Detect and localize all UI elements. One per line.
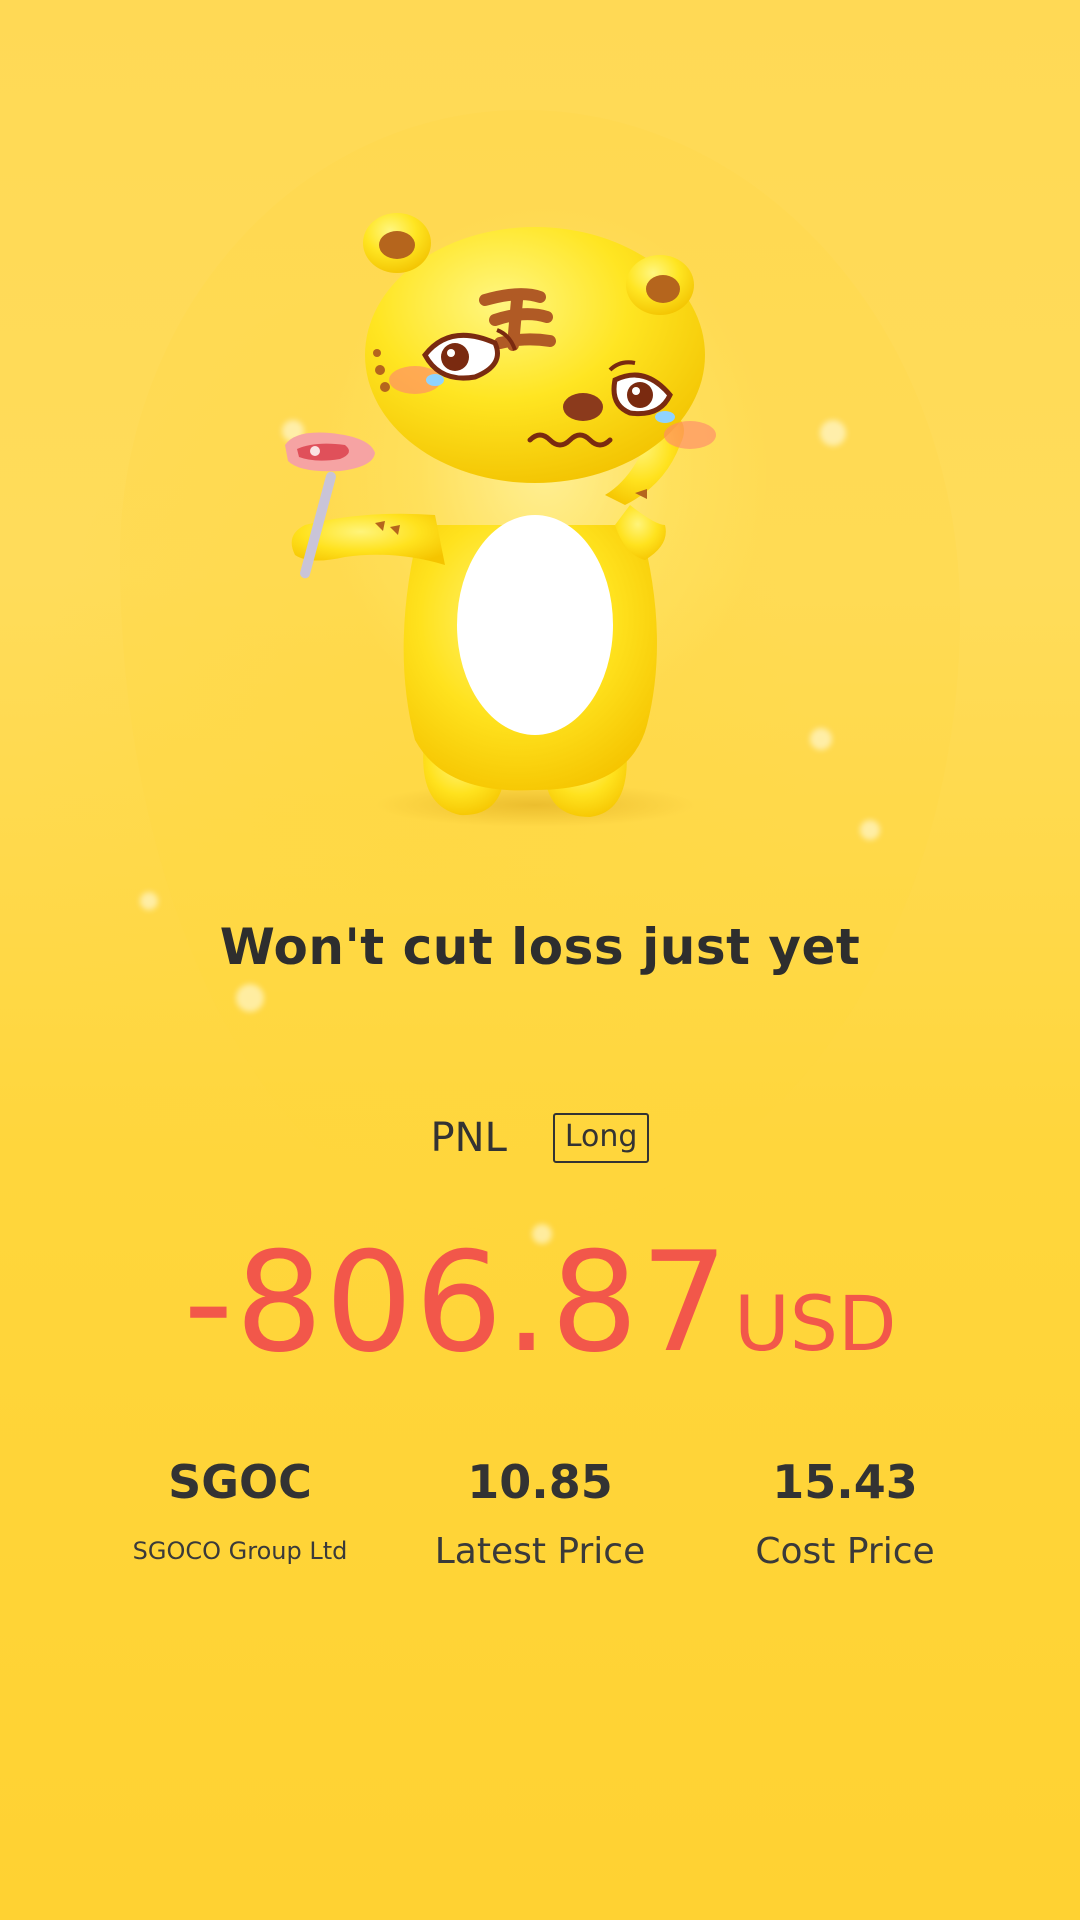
sparkle xyxy=(810,728,832,750)
result-headline: Won't cut loss just yet xyxy=(219,918,861,976)
latest-price-label: Latest Price xyxy=(434,1531,646,1572)
pnl-label: PNL xyxy=(430,1115,507,1161)
cost-price-value: 15.43 xyxy=(772,1455,918,1509)
cost-price-label: Cost Price xyxy=(755,1531,935,1572)
stat-cost-price: 15.43 Cost Price xyxy=(695,1455,995,1572)
crying-tiger-mascot-icon xyxy=(285,213,716,827)
sparkle xyxy=(860,820,880,840)
company-name: SGOCO Group Ltd xyxy=(132,1537,348,1565)
sparkle xyxy=(820,420,846,446)
share-card: Won't cut loss just yet PNL Long -806.87… xyxy=(0,0,1080,1920)
sparkle xyxy=(140,892,158,910)
sparkle xyxy=(236,984,264,1012)
position-side-badge: Long xyxy=(552,1113,650,1163)
pnl-value: -806.87 xyxy=(183,1222,731,1383)
pnl-currency: USD xyxy=(734,1279,897,1368)
pnl-amount: -806.87USD xyxy=(0,1222,1080,1383)
stat-latest-price: 10.85 Latest Price xyxy=(390,1455,690,1572)
latest-price-value: 10.85 xyxy=(467,1455,613,1509)
stat-symbol: SGOC SGOCO Group Ltd xyxy=(90,1455,390,1565)
pnl-header: PNL Long xyxy=(0,1112,1080,1164)
stock-symbol: SGOC xyxy=(168,1455,312,1509)
